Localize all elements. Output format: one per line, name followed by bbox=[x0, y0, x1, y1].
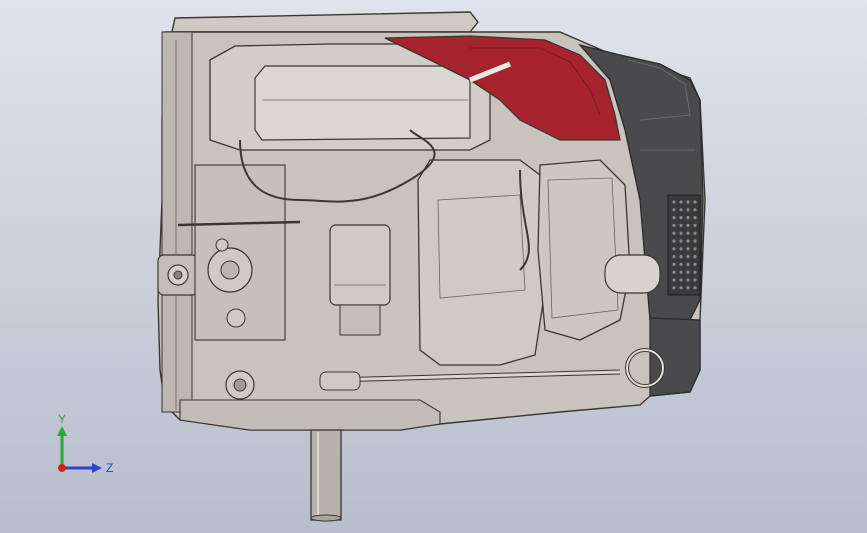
grille-hole bbox=[686, 223, 690, 227]
fuel-filter bbox=[329, 224, 391, 306]
engine-base bbox=[179, 399, 441, 431]
grille-hole bbox=[686, 286, 690, 290]
grille-hole bbox=[672, 278, 676, 282]
grille-hole bbox=[672, 216, 676, 220]
crankshaft bbox=[310, 429, 342, 521]
grille-hole bbox=[672, 255, 676, 259]
grille-hole bbox=[679, 247, 683, 251]
grille-hole bbox=[686, 231, 690, 235]
top-housing bbox=[171, 11, 479, 33]
grille-hole bbox=[672, 208, 676, 212]
cad-viewport[interactable]: Y Z bbox=[0, 0, 867, 533]
grille-hole bbox=[679, 286, 683, 290]
grille-hole bbox=[693, 231, 697, 235]
z-axis-label: Z bbox=[106, 461, 113, 475]
x-axis-origin bbox=[58, 464, 66, 472]
grille-hole bbox=[693, 270, 697, 274]
grille-hole bbox=[679, 239, 683, 243]
grille-hole bbox=[693, 216, 697, 220]
engine-model[interactable] bbox=[0, 0, 867, 533]
grille-hole bbox=[672, 200, 676, 204]
grille-hole bbox=[679, 216, 683, 220]
grille-hole bbox=[693, 262, 697, 266]
y-axis-arrow bbox=[57, 426, 67, 436]
grille-hole bbox=[693, 255, 697, 259]
grille-hole bbox=[693, 278, 697, 282]
grille-hole bbox=[672, 262, 676, 266]
grille-hole bbox=[686, 216, 690, 220]
grille-hole bbox=[679, 231, 683, 235]
grille-hole bbox=[686, 247, 690, 251]
grille-hole bbox=[686, 270, 690, 274]
y-axis-label: Y bbox=[58, 412, 66, 426]
grille-hole bbox=[679, 208, 683, 212]
grille-hole bbox=[672, 223, 676, 227]
grille-hole bbox=[672, 247, 676, 251]
axis-triad: Y Z bbox=[57, 412, 113, 475]
grille-hole bbox=[679, 270, 683, 274]
grille-hole bbox=[693, 286, 697, 290]
left-panel bbox=[161, 31, 193, 413]
grille-hole bbox=[672, 239, 676, 243]
grille-hole bbox=[686, 278, 690, 282]
z-axis-arrow bbox=[92, 463, 102, 473]
grille-hole bbox=[672, 270, 676, 274]
grille-hole bbox=[672, 231, 676, 235]
grille-hole bbox=[693, 247, 697, 251]
grille-hole bbox=[679, 255, 683, 259]
grille-hole bbox=[686, 262, 690, 266]
grille-hole bbox=[679, 278, 683, 282]
grille-hole bbox=[686, 255, 690, 259]
grille-hole bbox=[693, 239, 697, 243]
air-filter-cover bbox=[254, 65, 471, 141]
grille-hole bbox=[686, 200, 690, 204]
grille-hole bbox=[679, 223, 683, 227]
grille-hole bbox=[679, 262, 683, 266]
grille-hole bbox=[686, 208, 690, 212]
grille-hole bbox=[672, 286, 676, 290]
grille-hole bbox=[693, 223, 697, 227]
grille-hole bbox=[679, 200, 683, 204]
grille-hole bbox=[693, 208, 697, 212]
muffler-outlet bbox=[604, 254, 661, 294]
grille-hole bbox=[693, 200, 697, 204]
grille-hole bbox=[686, 239, 690, 243]
